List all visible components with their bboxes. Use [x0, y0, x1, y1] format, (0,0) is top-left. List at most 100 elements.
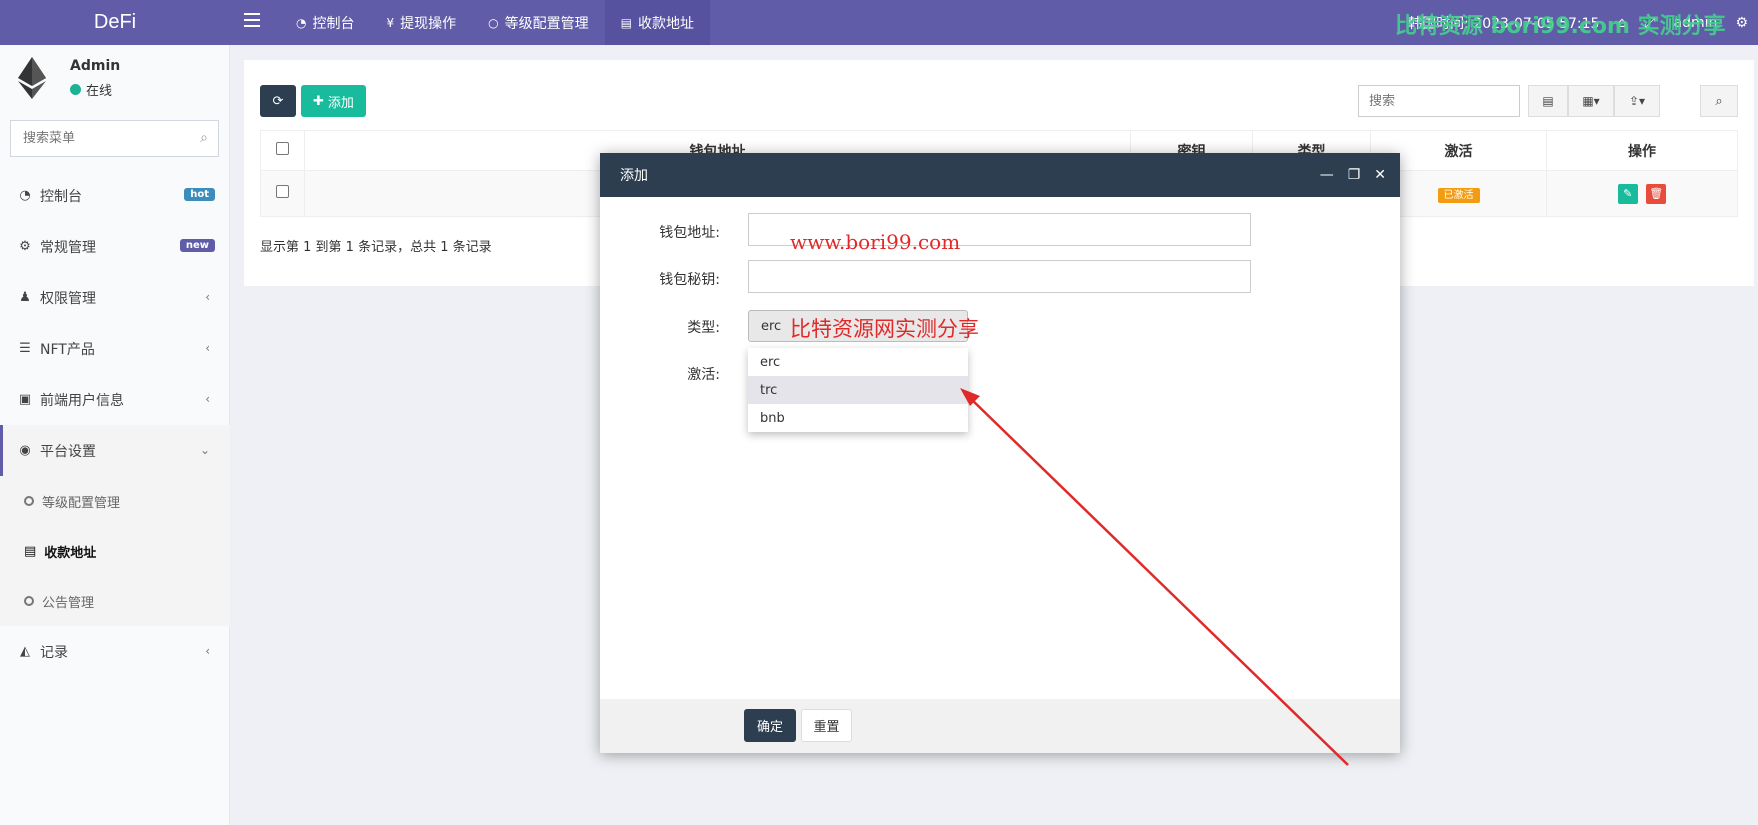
export-button[interactable]: ⇪▾	[1614, 85, 1660, 117]
sidebar-item-dashboard[interactable]: ◔ 控制台 hot	[0, 170, 230, 221]
type-option-erc[interactable]: erc	[748, 348, 968, 376]
sidebar-item-records[interactable]: ◭ 记录 ‹	[0, 626, 230, 677]
chevron-left-icon: ‹	[205, 392, 210, 406]
menu-search-input[interactable]	[11, 121, 181, 156]
user-panel: Admin 在线	[0, 45, 230, 110]
table-view-icon: ▤	[1542, 94, 1554, 108]
common-search-button[interactable]: ⌕	[1700, 85, 1738, 117]
top-nav-dashboard[interactable]: ◔ 控制台	[280, 0, 370, 45]
chevron-left-icon: ‹	[205, 290, 210, 304]
list-icon: ☰	[19, 341, 31, 356]
table-search	[1358, 85, 1520, 117]
type-option-trc[interactable]: trc	[748, 376, 968, 404]
sidebar-item-permissions[interactable]: ♟ 权限管理 ‹	[0, 272, 230, 323]
address-book-icon: ▣	[18, 392, 32, 407]
sidebar-menu: ◔ 控制台 hot ⚙ 常规管理 new ♟ 权限管理 ‹ ☰ NFT产品 ‹ …	[0, 170, 230, 677]
col-header-actions: 操作	[1546, 130, 1738, 171]
sidebar-item-label: NFT产品	[40, 341, 95, 358]
sidebar-item-label: 记录	[40, 644, 68, 661]
platform-settings-submenu: 等级配置管理 ▤ 收款地址 公告管理	[0, 476, 230, 626]
search-icon[interactable]: ⌕	[200, 130, 208, 146]
dialog-header[interactable]: 添加 — ❐ ✕	[600, 153, 1400, 197]
user-name: Admin	[70, 58, 121, 74]
top-nav-label: 提现操作	[400, 15, 457, 32]
refresh-button[interactable]: ⟳	[260, 85, 296, 117]
wallet-secret-input[interactable]	[748, 260, 1251, 293]
user-status: 在线	[70, 80, 112, 99]
brand-logo[interactable]: DeFi	[0, 0, 230, 45]
type-label: 类型:	[687, 320, 720, 336]
type-select-value: erc	[761, 318, 782, 334]
dialog-controls: — ❐ ✕	[1320, 153, 1386, 197]
actions-cell: ✎ 🗑	[1546, 170, 1738, 217]
status-text: 在线	[86, 84, 113, 99]
refresh-icon: ⟳	[272, 93, 284, 109]
circle-icon	[24, 596, 34, 606]
row-checkbox[interactable]	[276, 185, 289, 198]
online-dot-icon	[70, 84, 81, 95]
watermark-text: 比特资源 bori99.com 实测分享	[1395, 14, 1726, 39]
top-nav-level-config[interactable]: ○ 等级配置管理	[472, 0, 604, 45]
wallet-address-label: 钱包地址:	[659, 225, 720, 241]
dialog-footer: 确定 重置	[600, 699, 1400, 753]
table-search-input[interactable]	[1359, 86, 1519, 116]
sidebar: Admin 在线 ⌕ ◔ 控制台 hot ⚙ 常规管理 new ♟ 权限管理 ‹…	[0, 45, 230, 825]
dashboard-icon: ◔	[19, 188, 31, 203]
ethereum-logo-icon	[18, 57, 46, 99]
dot-circle-icon: ◉	[19, 443, 31, 458]
sidebar-item-platform-settings[interactable]: ◉ 平台设置 ⌄	[0, 425, 230, 476]
sidebar-subitem-label: 收款地址	[44, 545, 97, 561]
gears-icon[interactable]: ⚙	[1735, 15, 1748, 31]
area-chart-icon: ◭	[20, 644, 30, 659]
active-label: 激活:	[687, 367, 720, 383]
sidebar-item-label: 权限管理	[40, 290, 96, 307]
sidebar-item-label: 控制台	[40, 188, 82, 205]
sidebar-item-label: 前端用户信息	[40, 392, 124, 409]
minimize-icon[interactable]: —	[1320, 167, 1334, 183]
close-icon[interactable]: ✕	[1374, 167, 1386, 183]
columns-button[interactable]: ▦▾	[1568, 85, 1614, 117]
circle-icon: ○	[488, 15, 499, 30]
top-nav-label: 收款地址	[637, 15, 694, 32]
hot-badge: hot	[184, 188, 215, 201]
sidebar-subitem-level-config[interactable]: 等级配置管理	[0, 476, 230, 526]
confirm-button[interactable]: 确定	[744, 709, 796, 742]
top-nav-withdraw[interactable]: ¥ 提现操作	[370, 0, 472, 45]
top-nav: ◔ 控制台 ¥ 提现操作 ○ 等级配置管理 ▤ 收款地址	[280, 0, 710, 45]
delete-button[interactable]: 🗑	[1646, 183, 1667, 204]
select-all-checkbox[interactable]	[276, 142, 289, 155]
sidebar-subitem-label: 等级配置管理	[42, 495, 121, 511]
sidebar-subitem-payment-address[interactable]: ▤ 收款地址	[0, 526, 230, 576]
chevron-left-icon: ‹	[205, 341, 210, 355]
add-button[interactable]: ✚ 添加	[301, 85, 366, 117]
sidebar-item-nft[interactable]: ☰ NFT产品 ‹	[0, 323, 230, 374]
sidebar-item-general[interactable]: ⚙ 常规管理 new	[0, 221, 230, 272]
top-navbar: DeFi ◔ 控制台 ¥ 提现操作 ○ 等级配置管理 ▤ 收款地址 韩国时间: …	[0, 0, 1758, 45]
sidebar-item-label: 常规管理	[40, 239, 96, 256]
menu-toggle-icon[interactable]	[244, 13, 260, 27]
dashboard-icon: ◔	[296, 15, 307, 30]
toggle-view-button[interactable]: ▤	[1528, 85, 1568, 117]
row-select-cell	[260, 170, 305, 217]
address-card-icon: ▤	[620, 15, 632, 30]
watermark-url: www.bori99.com	[790, 230, 961, 254]
reset-button[interactable]: 重置	[801, 709, 852, 742]
chevron-left-icon: ‹	[205, 644, 210, 658]
sidebar-item-frontend-users[interactable]: ▣ 前端用户信息 ‹	[0, 374, 230, 425]
top-nav-payment-address[interactable]: ▤ 收款地址	[604, 0, 710, 45]
grid-icon: ▦▾	[1582, 94, 1600, 108]
watermark-share: 比特资源网实测分享	[790, 317, 979, 341]
add-button-label: 添加	[327, 95, 354, 111]
type-dropdown: erc trc bnb	[748, 348, 968, 432]
edit-button[interactable]: ✎	[1617, 183, 1638, 204]
new-badge: new	[179, 239, 215, 252]
top-nav-label: 控制台	[312, 15, 355, 32]
maximize-icon[interactable]: ❐	[1348, 167, 1361, 183]
top-nav-label: 等级配置管理	[504, 15, 589, 32]
sidebar-subitem-announcements[interactable]: 公告管理	[0, 576, 230, 626]
chevron-down-icon: ⌄	[199, 443, 210, 457]
pencil-icon: ✎	[1623, 186, 1633, 200]
sidebar-subitem-label: 公告管理	[42, 595, 95, 611]
type-option-bnb[interactable]: bnb	[748, 404, 968, 432]
trash-icon: 🗑	[1649, 186, 1664, 200]
